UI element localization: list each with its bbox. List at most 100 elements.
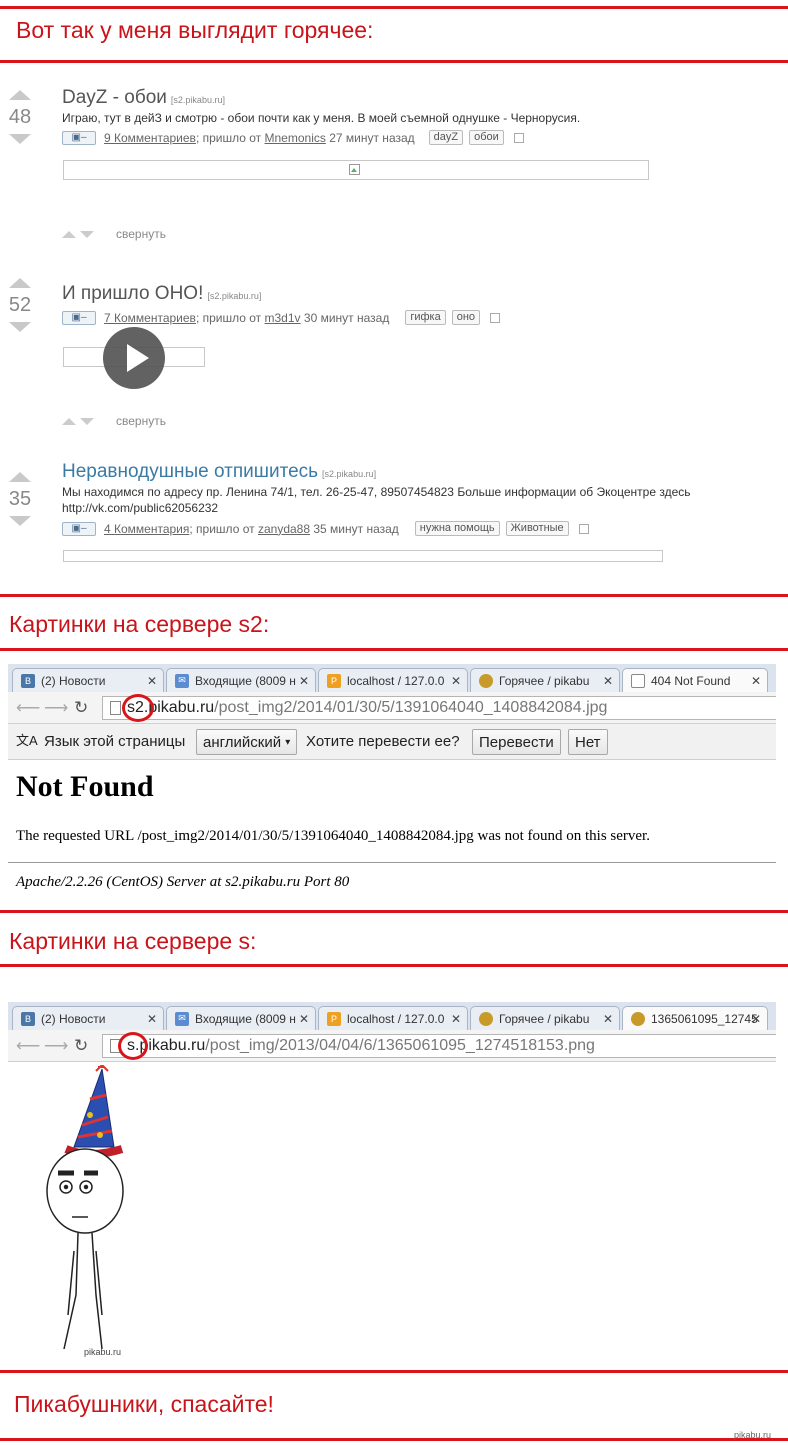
post-score: 35 xyxy=(8,488,32,510)
reload-icon[interactable]: ↻ xyxy=(74,698,88,718)
close-icon[interactable]: ✕ xyxy=(451,1012,461,1026)
post-title[interactable]: И пришло ОНО! [s2.pikabu.ru] xyxy=(62,283,261,305)
no-button[interactable]: Нет xyxy=(568,729,608,755)
collapse-link[interactable]: свернуть xyxy=(116,227,166,241)
address-bar[interactable]: s.pikabu.ru/post_img/2013/04/04/6/136506… xyxy=(102,1034,776,1058)
tag[interactable]: гифка xyxy=(405,310,446,325)
post-meta: ▣ – 7 Комментариев ; пришло от m3d1v 30 … xyxy=(62,310,501,325)
vk-icon: B xyxy=(21,1011,35,1026)
close-icon[interactable]: ✕ xyxy=(451,674,461,688)
comments-link[interactable]: 7 Комментариев xyxy=(104,311,196,325)
collapse-link[interactable]: свернуть xyxy=(116,414,166,428)
translate-prompt: Язык этой страницы xyxy=(44,733,186,750)
tab-vk[interactable]: B (2) Новости ✕ xyxy=(12,1006,164,1030)
meme-image xyxy=(46,1065,124,1350)
tag[interactable]: dayZ xyxy=(428,130,464,145)
author-link[interactable]: zanyda88 xyxy=(258,522,310,536)
tab-404[interactable]: 404 Not Found ✕ xyxy=(622,668,768,692)
post-meta: ▣ – 9 Комментариев ; пришло от Mnemonics… xyxy=(62,130,524,145)
forward-icon[interactable]: ⟶ xyxy=(44,1036,68,1056)
post-title[interactable]: Неравнодушные отпишитесь [s2.pikabu.ru] xyxy=(62,461,376,483)
author-link[interactable]: Mnemonics xyxy=(265,131,326,145)
vote-widget: 52 xyxy=(6,278,34,332)
save-icon[interactable] xyxy=(490,312,501,323)
vote-widget: 48 xyxy=(6,90,34,144)
tab-label: Горячее / pikabu xyxy=(499,673,590,688)
camera-icon[interactable]: ▣ – xyxy=(62,130,96,145)
downvote-icon[interactable] xyxy=(9,134,31,144)
address-bar[interactable]: s2.pikabu.ru/post_img2/2014/01/30/5/1391… xyxy=(102,696,776,720)
from-text: ; пришло от xyxy=(189,521,255,536)
author-link[interactable]: m3d1v xyxy=(265,311,301,325)
post-title-text[interactable]: Неравнодушные отпишитесь xyxy=(62,461,318,482)
tab-vk[interactable]: B (2) Новости ✕ xyxy=(12,668,164,692)
tab-label: localhost / 127.0.0 xyxy=(347,1011,445,1026)
banner-line xyxy=(0,1370,788,1373)
tab-mail[interactable]: ✉ Входящие (8009 н ✕ xyxy=(166,668,316,692)
mail-icon: ✉ xyxy=(175,1011,189,1026)
post-time: 35 минут назад xyxy=(313,521,399,536)
tab-mail[interactable]: ✉ Входящие (8009 н ✕ xyxy=(166,1006,316,1030)
tab-label: 404 Not Found xyxy=(651,673,731,688)
back-icon[interactable]: ⟵ xyxy=(16,698,40,718)
broken-image xyxy=(63,550,663,562)
downvote-icon[interactable] xyxy=(9,516,31,526)
tag[interactable]: оно xyxy=(451,310,481,325)
broken-image xyxy=(63,160,649,180)
upvote-icon[interactable] xyxy=(9,278,31,288)
tag[interactable]: нужна помощь xyxy=(414,521,500,536)
vote-widget: 35 xyxy=(6,472,34,526)
close-icon[interactable]: ✕ xyxy=(299,1012,309,1026)
browser-window-image: B (2) Новости ✕ ✉ Входящие (8009 н ✕ Plocalh… xyxy=(8,1002,776,1064)
tab-image[interactable]: 1365061095_12745 ✕ xyxy=(622,1006,768,1030)
tab-label: (2) Новости xyxy=(41,1011,106,1026)
pma-icon: P xyxy=(327,1011,341,1026)
tag[interactable]: обои xyxy=(469,130,504,145)
close-icon[interactable]: ✕ xyxy=(147,1012,157,1026)
tab-label: localhost / 127.0.0 xyxy=(347,673,445,688)
collapse-row: свернуть xyxy=(62,227,166,241)
close-icon[interactable]: ✕ xyxy=(603,1012,613,1026)
camera-icon[interactable]: ▣ – xyxy=(62,310,96,325)
close-icon[interactable]: ✕ xyxy=(603,674,613,688)
save-icon[interactable] xyxy=(578,523,589,534)
close-icon[interactable]: ✕ xyxy=(751,674,761,688)
translate-icon: 文A xyxy=(16,733,38,748)
post-title-text[interactable]: DayZ - обои xyxy=(62,87,167,108)
small-downvote-icon[interactable] xyxy=(80,417,94,425)
small-downvote-icon[interactable] xyxy=(80,230,94,238)
comments-link[interactable]: 9 Комментариев xyxy=(104,131,196,145)
close-icon[interactable]: ✕ xyxy=(299,674,309,688)
broken-image-icon xyxy=(349,164,360,175)
reload-icon[interactable]: ↻ xyxy=(74,1036,88,1056)
forward-icon[interactable]: ⟶ xyxy=(44,698,68,718)
post-title-text[interactable]: И пришло ОНО! xyxy=(62,283,203,304)
post-description-link[interactable]: http://vk.com/public62056232 xyxy=(62,500,691,516)
comments-link[interactable]: 4 Комментария xyxy=(104,522,189,536)
translate-button[interactable]: Перевести xyxy=(472,729,561,755)
back-icon[interactable]: ⟵ xyxy=(16,1036,40,1056)
small-upvote-icon[interactable] xyxy=(62,230,76,238)
upvote-icon[interactable] xyxy=(9,90,31,100)
post-title[interactable]: DayZ - обои [s2.pikabu.ru] xyxy=(62,87,225,109)
close-icon[interactable]: ✕ xyxy=(751,1012,761,1026)
tab-pikabu[interactable]: Горячее / pikabu ✕ xyxy=(470,668,620,692)
close-icon[interactable]: ✕ xyxy=(147,674,157,688)
post-source: [s2.pikabu.ru] xyxy=(170,95,225,105)
party-hat-icon xyxy=(64,1065,124,1158)
pikabu-icon xyxy=(631,1011,645,1026)
play-button[interactable] xyxy=(103,327,165,389)
upvote-icon[interactable] xyxy=(9,472,31,482)
tab-label: Горячее / pikabu xyxy=(499,1011,590,1026)
tab-localhost[interactable]: Plocalhost / 127.0.0 ✕ xyxy=(318,668,468,692)
language-select[interactable]: английский ▾ xyxy=(196,729,298,755)
tag[interactable]: Животные xyxy=(505,521,569,536)
downvote-icon[interactable] xyxy=(9,322,31,332)
small-upvote-icon[interactable] xyxy=(62,417,76,425)
camera-icon[interactable]: ▣ – xyxy=(62,521,96,536)
tab-localhost[interactable]: Plocalhost / 127.0.0 ✕ xyxy=(318,1006,468,1030)
save-icon[interactable] xyxy=(513,132,524,143)
language-value: английский xyxy=(203,733,282,751)
vk-icon: B xyxy=(21,673,35,688)
tab-pikabu[interactable]: Горячее / pikabu ✕ xyxy=(470,1006,620,1030)
